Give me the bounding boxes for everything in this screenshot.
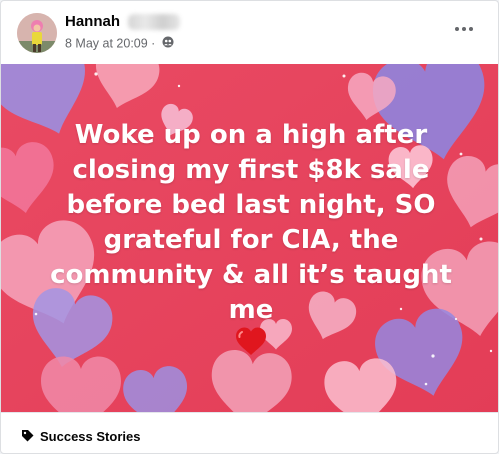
group-icon[interactable] [162,36,174,51]
author-row: Hannah [65,13,181,33]
tag-icon [21,429,34,445]
post-topic-bar: Success Stories [1,412,498,454]
message-line: grateful for CIA, the [103,225,399,255]
post-meta: 8 May at 20:09 · [65,36,174,51]
author-surname-redacted [128,13,181,30]
message-line: community & all it’s taught me [50,260,452,325]
message-line: before bed last night, SO [66,190,436,220]
red-heart-emoji [234,326,268,358]
avatar-photo [17,13,57,53]
message-line: closing my first $8k sale [72,155,430,185]
topic-label: Success Stories [40,429,141,445]
author-avatar[interactable] [17,13,57,53]
topic-tag[interactable]: Success Stories [21,428,140,445]
author-name[interactable]: Hannah [65,13,120,30]
post-header: Hannah 8 May at 20:09 · [1,1,498,63]
colored-background-post: Woke up on a high after closing my first… [1,64,498,412]
message-line: Woke up on a high after [74,120,428,150]
post-timestamp[interactable]: 8 May at 20:09 [65,37,148,51]
meta-separator: · [147,36,159,51]
post-message: Woke up on a high after closing my first… [41,118,461,328]
post-card: Hannah 8 May at 20:09 · Woke up on a hig… [0,0,499,454]
more-horizontal-icon[interactable] [452,21,476,37]
